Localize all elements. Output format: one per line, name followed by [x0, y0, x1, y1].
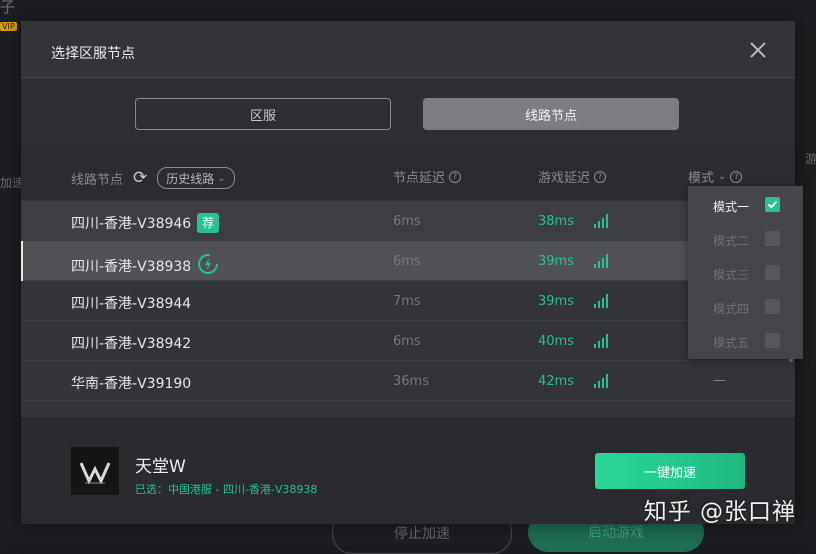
signal-bars-icon: [594, 293, 608, 312]
recommended-badge: 荐: [197, 213, 220, 233]
one-click-accelerate-button[interactable]: 一键加速: [595, 453, 745, 489]
checkbox-checked[interactable]: [765, 197, 780, 212]
node-name: 四川-香港-V38942: [71, 336, 192, 352]
tabs-bar: 区服 线路节点: [21, 78, 795, 150]
question-circle-icon[interactable]: ?: [449, 170, 462, 183]
chevron-down-icon: ⌄: [718, 171, 727, 182]
chevron-down-icon: ⌄: [217, 172, 226, 184]
checkbox[interactable]: [765, 333, 780, 348]
selected-indicator: [21, 241, 23, 281]
table-row[interactable]: 四川-香港-V38942 6ms 40ms: [21, 321, 795, 361]
tab-region[interactable]: 区服: [135, 98, 391, 130]
table-header: 线路节点 ⟳ 历史线路 ⌄ 节点延迟 ? 游戏延迟 ? 模式 ⌄ ?: [21, 150, 795, 200]
node-name: 四川-香港-V38938: [71, 259, 192, 275]
table-row[interactable]: 四川-香港-V38938 6ms 39ms: [21, 241, 795, 281]
checkbox[interactable]: [765, 265, 780, 280]
node-name-cell: 四川-香港-V38944: [71, 293, 191, 313]
refresh-icon[interactable]: ⟳: [133, 169, 147, 186]
game-latency: 40ms: [538, 334, 574, 349]
mode-option-label: 模式三: [713, 268, 750, 282]
table-row[interactable]: 四川-香港-V38946 荐 6ms 38ms: [21, 201, 795, 241]
node-name: 四川-香港-V38946: [71, 216, 192, 232]
check-icon: [767, 200, 778, 209]
mode-option-2[interactable]: 模式二: [688, 222, 803, 256]
boost-icon: [197, 253, 219, 279]
node-name-cell: 四川-香港-V38946 荐: [71, 213, 220, 233]
node-name: 华南-香港-V39190: [71, 376, 192, 392]
question-circle-icon[interactable]: ?: [594, 170, 607, 183]
mode-dropdown: 模式一 模式二 模式三 模式四 模式五: [688, 186, 803, 359]
node-latency: 6ms: [393, 254, 421, 269]
checkbox[interactable]: [765, 299, 780, 314]
dialog-title: 选择区服节点: [51, 46, 135, 62]
mode-option-label: 模式五: [713, 336, 750, 350]
node-list: 四川-香港-V38946 荐 6ms 38ms 四川-香港-V38938 6ms …: [21, 201, 795, 416]
signal-bars-icon: [594, 213, 608, 232]
checkbox[interactable]: [765, 231, 780, 246]
mode-option-5[interactable]: 模式五: [688, 324, 803, 358]
signal-bars-icon: [594, 253, 608, 272]
game-latency: 39ms: [538, 294, 574, 309]
node-name-cell: 华南-香港-V39190: [71, 373, 191, 393]
table-row[interactable]: 四川-香港-V38944 7ms 39ms: [21, 281, 795, 321]
tab-line-node[interactable]: 线路节点: [423, 98, 679, 130]
watermark: 知乎 @张口禅: [643, 499, 796, 525]
game-latency: 39ms: [538, 254, 574, 269]
node-name-cell: 四川-香港-V38942: [71, 333, 191, 353]
node-latency: 6ms: [393, 214, 421, 229]
mode-option-4[interactable]: 模式四: [688, 290, 803, 324]
signal-bars-icon: [594, 333, 608, 352]
history-lines-label: 历史线路: [166, 171, 215, 186]
column-game-latency-label: 游戏延迟: [538, 171, 591, 186]
column-node-label: 线路节点: [71, 172, 124, 188]
column-node-latency-label: 节点延迟: [393, 171, 446, 186]
bg-title-fragment: 子: [0, 0, 16, 16]
table-row-partial[interactable]: [21, 401, 795, 416]
column-game-latency: 游戏延迟 ?: [538, 167, 607, 186]
game-logo: [71, 447, 119, 495]
region-node-dialog: 选择区服节点 区服 线路节点 线路节点 ⟳ 历史线路 ⌄ 节点延迟 ? 游戏延迟 …: [21, 21, 803, 524]
mode-option-1[interactable]: 模式一: [688, 188, 803, 222]
game-name: 天堂W: [135, 457, 186, 477]
column-mode-label: 模式: [688, 171, 715, 186]
dialog-header: 选择区服节点: [21, 21, 795, 78]
bg-right-fragment: 游: [805, 152, 816, 166]
mode-option-label: 模式一: [713, 200, 750, 214]
node-latency: 36ms: [393, 374, 429, 389]
mode-option-label: 模式二: [713, 234, 750, 248]
node-latency: 7ms: [393, 294, 421, 309]
game-latency: 38ms: [538, 214, 574, 229]
node-latency: 6ms: [393, 334, 421, 349]
column-mode[interactable]: 模式 ⌄ ?: [688, 167, 743, 186]
close-icon[interactable]: [747, 39, 769, 61]
column-node-latency: 节点延迟 ?: [393, 167, 462, 186]
question-circle-icon[interactable]: ?: [730, 170, 743, 183]
node-name: 四川-香港-V38944: [71, 296, 192, 312]
game-latency: 42ms: [538, 374, 574, 389]
selected-server-text: 已选：中国港服 - 四川-香港-V38938: [135, 483, 318, 496]
column-node: 线路节点 ⟳ 历史线路 ⌄: [71, 167, 235, 189]
mode-option-3[interactable]: 模式三: [688, 256, 803, 290]
node-name-cell: 四川-香港-V38938: [71, 253, 219, 279]
bg-vip-badge: VIP: [0, 22, 17, 31]
mode-value: —: [713, 373, 726, 388]
mode-option-label: 模式四: [713, 302, 750, 316]
table-row[interactable]: 华南-香港-V39190 36ms 42ms —: [21, 361, 795, 401]
history-lines-button[interactable]: 历史线路 ⌄: [157, 167, 235, 189]
signal-bars-icon: [594, 373, 608, 392]
